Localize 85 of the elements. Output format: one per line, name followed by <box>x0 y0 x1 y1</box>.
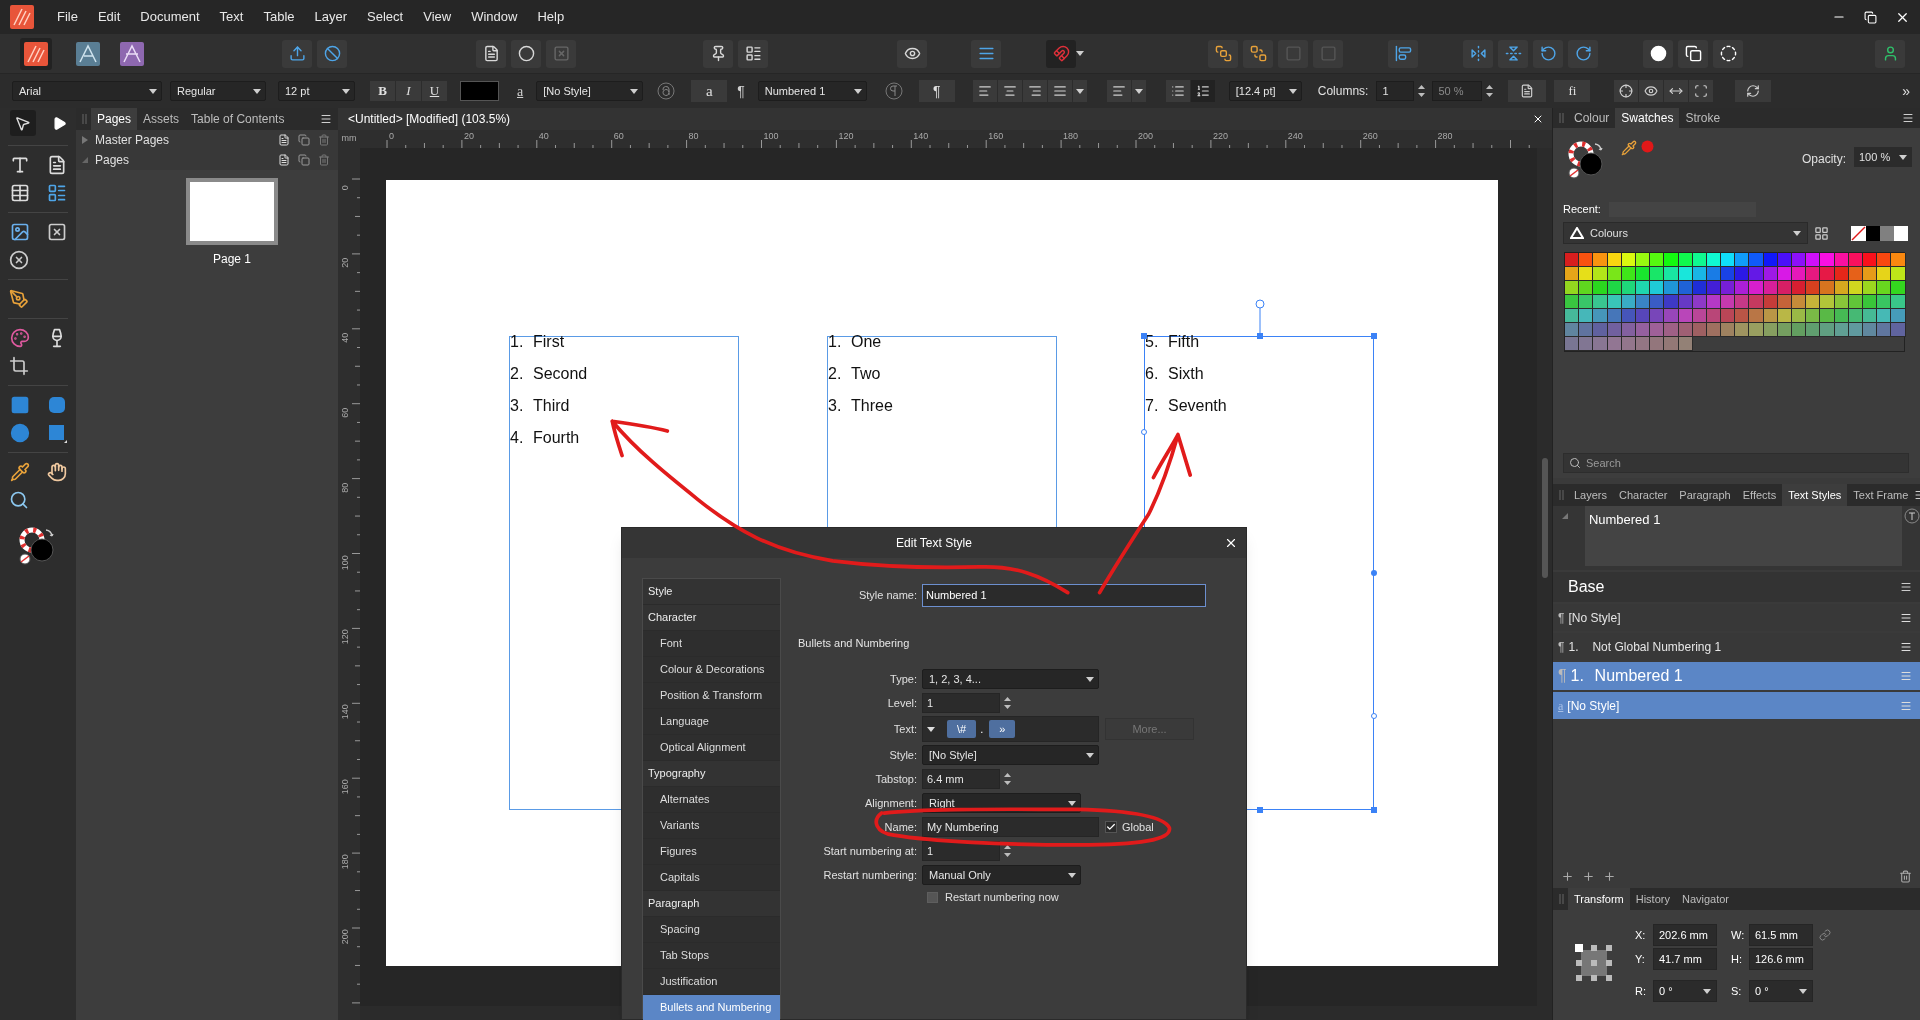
ruler-label: 80 <box>339 481 352 495</box>
list-item-text: Two <box>851 364 881 384</box>
field-label: Start numbering at: <box>822 843 918 859</box>
recent-label: Recent: <box>1563 201 1601 217</box>
style-name: [No Style] <box>1567 697 1620 715</box>
opacity-label: Opacity: <box>1802 151 1846 168</box>
field-label: H: <box>1731 951 1743 967</box>
field-label: Name: <box>883 819 918 835</box>
ruler-label: 180 <box>339 853 352 870</box>
field-label: W: <box>1731 927 1745 943</box>
list-item-text: Seventh <box>1168 396 1227 416</box>
paragraph-glyph: ¶ <box>737 81 745 101</box>
ruler-label: 100 <box>763 130 779 143</box>
field-label: Restart numbering: <box>822 867 918 883</box>
list-item-text: One <box>851 332 882 352</box>
columns-label: Columns: <box>1317 83 1369 100</box>
field-label: Style: <box>888 747 918 763</box>
ruler-label: 60 <box>613 130 624 143</box>
checkbox-label: Restart numbering now <box>945 889 1059 905</box>
paragraph-glyph: ¶ <box>1558 666 1567 686</box>
ruler-label: 60 <box>339 406 352 420</box>
ruler-label: 80 <box>688 130 699 143</box>
ruler-label: 200 <box>339 928 352 945</box>
field-label: Alignment: <box>864 795 918 811</box>
page-label: Page 1 <box>212 251 251 268</box>
ruler-label: 0 <box>339 184 352 193</box>
list-number: 3. <box>828 396 843 416</box>
checkbox-label: Global <box>1122 819 1154 835</box>
style-preview: Numbered 1 <box>1584 506 1903 566</box>
ruler-label: 20 <box>463 130 474 143</box>
ruler-label: 40 <box>339 331 352 345</box>
list-item-text: Sixth <box>1168 364 1204 384</box>
list-number: 2. <box>828 364 843 384</box>
ruler-label: 180 <box>1063 130 1079 143</box>
ruler-label: 20 <box>339 256 352 270</box>
ruler-label: 160 <box>339 778 352 795</box>
field-label: X: <box>1635 927 1647 943</box>
ruler-label: 40 <box>538 130 549 143</box>
list-number: 3. <box>510 396 525 416</box>
ruler-label: 200 <box>1138 130 1154 143</box>
paragraph-glyph: ¶ <box>1558 609 1565 627</box>
ruler-label: 220 <box>1212 130 1228 143</box>
list-number: 1. <box>510 332 525 352</box>
list-number: 2. <box>510 364 525 384</box>
field-label: S: <box>1731 983 1743 999</box>
section-label: Master Pages <box>95 132 170 149</box>
field-label: Style name: <box>857 587 918 603</box>
list-item-text: Second <box>533 364 588 384</box>
list-number: 4. <box>510 428 525 448</box>
ruler-label: 0 <box>389 130 394 143</box>
list-item-text: Fourth <box>533 428 580 448</box>
field-label: R: <box>1635 983 1647 999</box>
ruler-label: 120 <box>339 629 352 646</box>
style-name: Not Global Numbering 1 <box>1592 638 1722 656</box>
list-item-text: First <box>533 332 565 352</box>
format-literal: . <box>980 721 984 737</box>
ruler-label: 140 <box>339 704 352 721</box>
section-title: Bullets and Numbering <box>798 635 911 651</box>
style-name: [No Style] <box>1568 609 1621 627</box>
field-label: Type: <box>889 671 918 687</box>
list-number: 1. <box>1570 666 1585 686</box>
ruler-unit: mm <box>341 132 357 146</box>
list-number: 1. <box>1568 638 1580 656</box>
ruler-label: 280 <box>1437 130 1453 143</box>
ruler-label: 100 <box>339 554 352 571</box>
list-number: 1. <box>828 332 843 352</box>
field-label: Y: <box>1635 951 1646 967</box>
field-label: Tabstop: <box>874 771 918 787</box>
character-style-glyph: a <box>517 82 524 101</box>
ruler-label: 140 <box>913 130 929 143</box>
section-label: Pages <box>95 152 130 169</box>
list-item-text: Third <box>533 396 570 416</box>
character-style-glyph: a <box>1558 697 1564 715</box>
paragraph-glyph: ¶ <box>1558 638 1565 656</box>
ruler-label: 260 <box>1362 130 1378 143</box>
list-number: 6. <box>1145 364 1160 384</box>
style-name: Numbered 1 <box>1594 666 1683 686</box>
ruler-label: 240 <box>1287 130 1303 143</box>
field-label: Level: <box>886 695 918 711</box>
list-item-text: Three <box>851 396 893 416</box>
dialog-title: Edit Text Style <box>896 535 972 552</box>
field-label: Text: <box>892 721 918 737</box>
ruler-label: 120 <box>838 130 854 143</box>
ruler-label: 160 <box>988 130 1004 143</box>
list-number: 7. <box>1145 396 1160 416</box>
